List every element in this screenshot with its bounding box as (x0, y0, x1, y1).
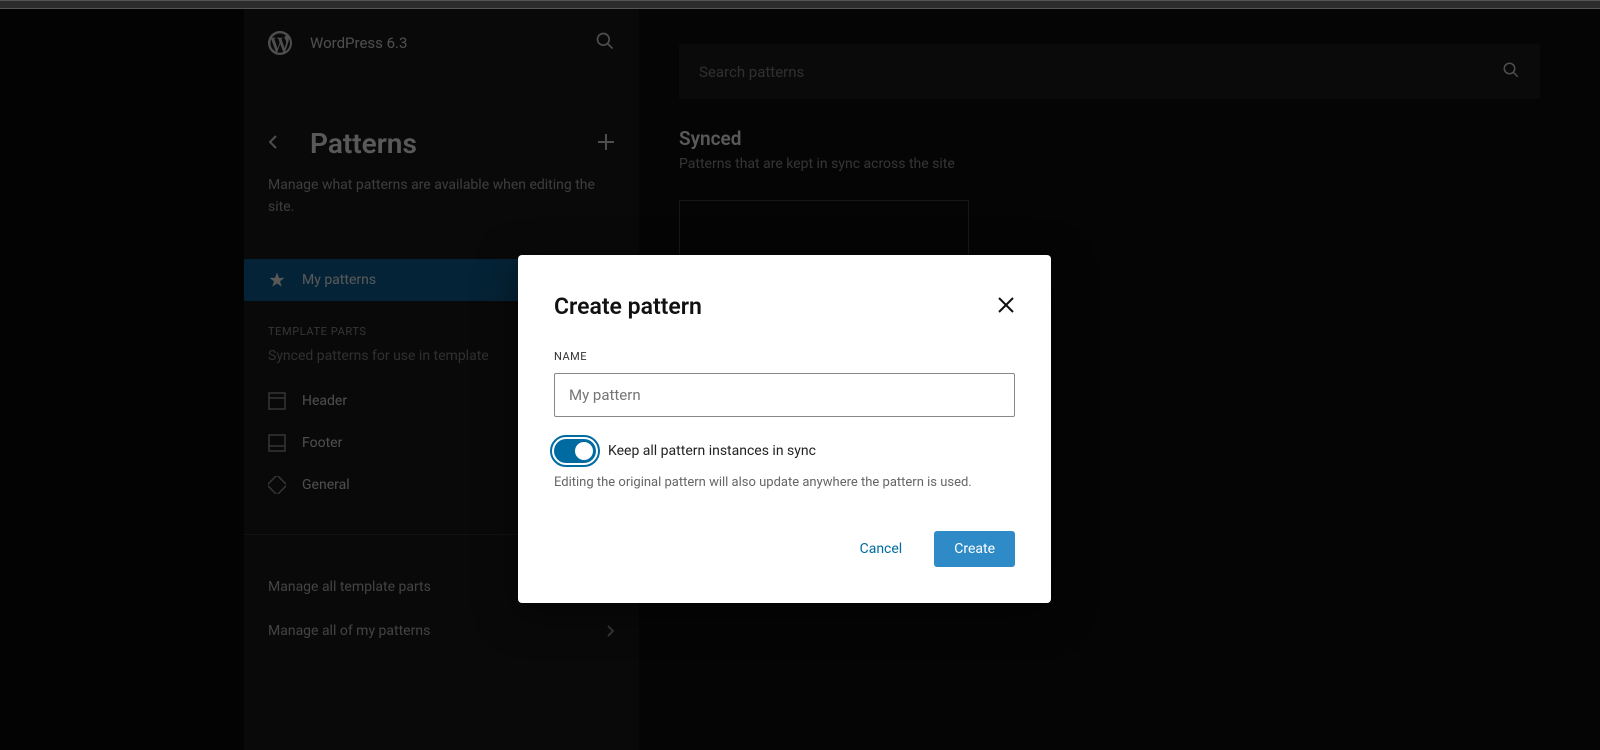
modal-actions: Cancel Create (554, 531, 1015, 567)
modal-title: Create pattern (554, 293, 702, 320)
close-icon (997, 296, 1015, 314)
modal-close-button[interactable] (997, 296, 1015, 318)
create-button[interactable]: Create (934, 531, 1015, 567)
name-field-label: NAME (554, 350, 1015, 363)
sync-toggle[interactable] (554, 439, 596, 463)
pattern-name-input[interactable] (554, 373, 1015, 417)
cancel-button[interactable]: Cancel (844, 531, 919, 567)
sync-toggle-description: Editing the original pattern will also u… (554, 473, 1015, 493)
sync-toggle-row: Keep all pattern instances in sync (554, 439, 1015, 463)
window-top-strip (0, 0, 1600, 9)
modal-header: Create pattern (554, 293, 1015, 320)
sync-toggle-label: Keep all pattern instances in sync (608, 443, 816, 459)
create-pattern-modal: Create pattern NAME Keep all pattern ins… (518, 255, 1051, 603)
